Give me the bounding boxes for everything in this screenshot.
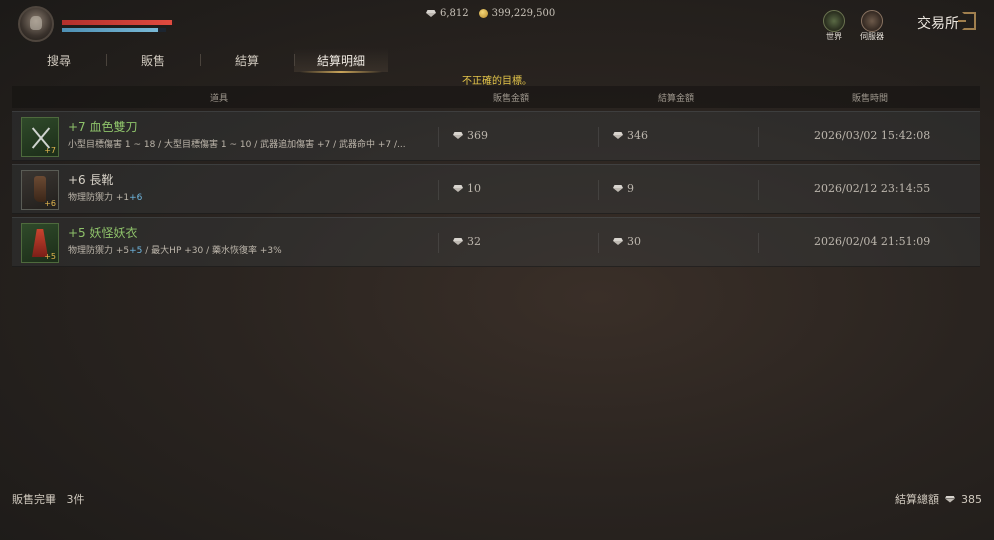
diamond-icon: [613, 132, 623, 139]
sold-count: 3件: [66, 493, 85, 506]
item-stats-extra: / 最大HP +30 / 藥水恢復率 +3%: [142, 246, 282, 256]
settle-amount-value: 9: [627, 182, 634, 195]
diamond-icon: [453, 238, 463, 245]
item-stats: 物理防禦力 +1+6: [68, 190, 438, 203]
item-level-badge: +5: [44, 252, 56, 261]
hp-bar-fill: [62, 20, 172, 25]
diamond-icon: [613, 238, 623, 245]
item-name: +6 長靴: [68, 173, 114, 187]
settle-amount-value: 30: [627, 235, 641, 248]
exit-icon[interactable]: [958, 12, 976, 30]
table-header: 道具 販售金額 結算金額 販售時間: [12, 86, 980, 108]
sale-amount-value: 369: [467, 129, 488, 142]
item-name: +7 血色雙刀: [68, 120, 138, 134]
mp-bar: [62, 28, 166, 32]
item-level-badge: +6: [44, 199, 56, 208]
world-label: 世界: [826, 32, 842, 41]
diamond-icon: [426, 10, 436, 17]
gold-coin-icon: [478, 9, 488, 18]
item-stats: 小型目標傷害 1 ~ 18 / 大型目標傷害 1 ~ 10 / 武器追加傷害 +…: [68, 140, 406, 150]
player-avatar[interactable]: [18, 6, 54, 42]
sale-time: 2026/02/04 21:51:09: [814, 235, 931, 248]
header-settle-amount: 結算金額: [658, 94, 695, 104]
diamond-icon: [453, 185, 463, 192]
settle-amount: 346: [613, 129, 648, 142]
sale-time: 2026/02/12 23:14:55: [814, 182, 931, 195]
table-row[interactable]: +5 +5 妖怪妖衣 物理防禦力 +5+5 / 最大HP +30 / 藥水恢復率…: [12, 217, 980, 267]
total-label: 結算總額: [895, 493, 939, 506]
item-slot: +6: [21, 170, 59, 210]
server-icon[interactable]: [861, 10, 883, 32]
item-slot: +7: [21, 117, 59, 157]
sale-amount: 10: [453, 182, 481, 195]
column-divider: [598, 233, 599, 253]
header-sale-amount: 販售金額: [493, 94, 530, 104]
item-stats: 物理防禦力 +5+5 / 最大HP +30 / 藥水恢復率 +3%: [68, 243, 438, 256]
tab-settlement-details[interactable]: 結算明細: [294, 48, 388, 73]
server-label: 伺服器: [860, 32, 884, 41]
total-value: 385: [961, 492, 982, 506]
page-title: 交易所: [917, 16, 959, 32]
column-divider: [438, 180, 439, 200]
hp-bar: [62, 20, 174, 25]
column-divider: [598, 180, 599, 200]
item-stats-bonus: +6: [129, 193, 143, 203]
sale-amount-value: 10: [467, 182, 481, 195]
table-row[interactable]: +7 +7 血色雙刀 小型目標傷害 1 ~ 18 / 大型目標傷害 1 ~ 10…: [12, 111, 980, 161]
header-item: 道具: [210, 94, 229, 104]
sale-amount-value: 32: [467, 235, 481, 248]
tab-bar: 搜尋 販售 結算 結算明細: [12, 48, 388, 73]
item-level-badge: +7: [44, 146, 56, 155]
table-row[interactable]: +6 +6 長靴 物理防禦力 +1+6 10 9 2026/02/12 23:1…: [12, 164, 980, 214]
item-stats-base: 物理防禦力 +1: [68, 193, 130, 203]
settlement-total: 結算總額 385: [895, 491, 982, 507]
column-divider: [758, 233, 759, 253]
mp-bar-fill: [62, 28, 158, 32]
currency-display: 6,812 399,229,500: [426, 8, 555, 19]
column-divider: [598, 127, 599, 147]
world-icon[interactable]: [823, 10, 845, 32]
item-stats-bonus: +5: [129, 246, 143, 256]
gold-amount: 399,229,500: [491, 8, 556, 19]
settle-amount: 30: [613, 235, 641, 248]
item-name: +5 妖怪妖衣: [68, 226, 138, 240]
item-slot: +5: [21, 223, 59, 263]
settle-amount-value: 346: [627, 129, 648, 142]
settle-amount: 9: [613, 182, 634, 195]
header-sale-time: 販售時間: [852, 94, 889, 104]
warning-message: 不正確的目標。: [462, 76, 532, 87]
diamond-icon: [945, 496, 955, 503]
sale-amount: 369: [453, 129, 488, 142]
column-divider: [438, 233, 439, 253]
item-stats-base: 物理防禦力 +5: [68, 246, 130, 256]
column-divider: [758, 127, 759, 147]
gem-amount: 6,812: [440, 8, 469, 19]
tab-sell[interactable]: 販售: [106, 48, 200, 72]
diamond-icon: [613, 185, 623, 192]
tab-search[interactable]: 搜尋: [12, 48, 106, 72]
column-divider: [758, 180, 759, 200]
sale-amount: 32: [453, 235, 481, 248]
column-divider: [438, 127, 439, 147]
sale-time: 2026/03/02 15:42:08: [814, 129, 931, 142]
diamond-icon: [453, 132, 463, 139]
sold-summary: 販售完畢 3件: [12, 491, 85, 507]
sold-label: 販售完畢: [12, 493, 56, 506]
tab-settlement[interactable]: 結算: [200, 48, 294, 72]
